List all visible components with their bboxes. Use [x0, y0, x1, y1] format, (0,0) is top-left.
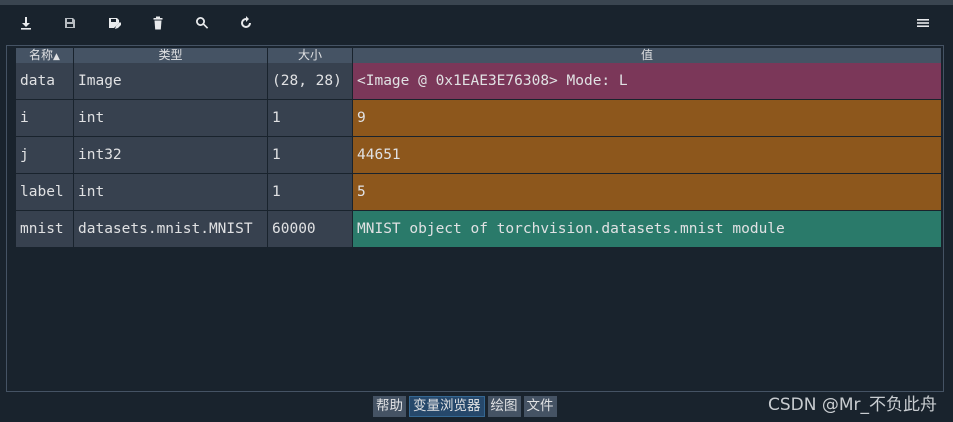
cell-size[interactable]: 1 — [268, 137, 353, 173]
column-header-name[interactable]: 名称▲ — [16, 48, 74, 63]
cell-size[interactable]: (28, 28) — [268, 63, 353, 99]
cell-name[interactable]: label — [16, 174, 74, 210]
variable-explorer-toolbar — [0, 5, 953, 43]
cell-value[interactable]: MNIST object of torchvision.datasets.mni… — [353, 211, 941, 247]
table-row[interactable]: data Image (28, 28) <Image @ 0x1EAE3E763… — [16, 63, 941, 100]
variable-explorer-panel: 名称▲ 类型 大小 值 data Image (28, 28) <Image @… — [6, 45, 944, 392]
remove-all-variables-button[interactable] — [143, 9, 173, 39]
column-header-size-label: 大小 — [297, 48, 322, 62]
cell-name[interactable]: j — [16, 137, 74, 173]
import-data-button[interactable] — [11, 9, 41, 39]
table-row[interactable]: i int 1 9 — [16, 100, 941, 137]
table-header: 名称▲ 类型 大小 值 — [16, 48, 941, 63]
options-menu-icon — [916, 15, 930, 34]
column-header-value[interactable]: 值 — [353, 48, 941, 63]
table-row[interactable]: j int32 1 44651 — [16, 137, 941, 174]
watermark-text: CSDN @Mr_不负此舟 — [767, 395, 937, 415]
cell-size[interactable]: 60000 — [268, 211, 353, 247]
sort-ascending-icon: ▲ — [53, 52, 60, 62]
table-row[interactable]: mnist datasets.mnist.MNIST 60000 MNIST o… — [16, 211, 941, 248]
column-header-size[interactable]: 大小 — [268, 48, 353, 63]
cell-size[interactable]: 1 — [268, 100, 353, 136]
remove-all-icon — [151, 15, 165, 34]
pane-tab-bar: 帮助 变量浏览器 绘图 文件 — [373, 396, 557, 417]
tab-plots[interactable]: 绘图 — [487, 396, 521, 417]
save-data-as-button[interactable] — [99, 9, 129, 39]
variable-table: 名称▲ 类型 大小 值 data Image (28, 28) <Image @… — [16, 48, 941, 248]
tab-variable-explorer[interactable]: 变量浏览器 — [409, 396, 485, 417]
cell-type[interactable]: datasets.mnist.MNIST — [74, 211, 268, 247]
cell-name[interactable]: data — [16, 63, 74, 99]
column-header-type[interactable]: 类型 — [74, 48, 268, 63]
cell-value[interactable]: 44651 — [353, 137, 941, 173]
column-header-value-label: 值 — [640, 48, 653, 62]
cell-name[interactable]: mnist — [16, 211, 74, 247]
column-header-type-label: 类型 — [158, 48, 183, 62]
refresh-variables-button[interactable] — [231, 9, 261, 39]
row-header-gutter — [7, 46, 16, 389]
tab-help[interactable]: 帮助 — [373, 396, 406, 417]
search-icon — [195, 15, 209, 34]
cell-size[interactable]: 1 — [268, 174, 353, 210]
search-variables-button[interactable] — [187, 9, 217, 39]
save-as-icon — [107, 15, 122, 34]
import-data-icon — [19, 15, 33, 34]
save-data-button[interactable] — [55, 9, 85, 39]
refresh-icon — [239, 15, 253, 34]
save-icon — [63, 15, 77, 34]
cell-value[interactable]: 5 — [353, 174, 941, 210]
cell-value[interactable]: <Image @ 0x1EAE3E76308> Mode: L — [353, 63, 941, 99]
options-menu-button[interactable] — [908, 9, 938, 39]
table-row[interactable]: label int 1 5 — [16, 174, 941, 211]
cell-type[interactable]: int32 — [74, 137, 268, 173]
cell-value[interactable]: 9 — [353, 100, 941, 136]
cell-name[interactable]: i — [16, 100, 74, 136]
cell-type[interactable]: int — [74, 100, 268, 136]
tab-files[interactable]: 文件 — [523, 396, 557, 417]
column-header-name-label: 名称 — [29, 48, 54, 62]
cell-type[interactable]: int — [74, 174, 268, 210]
cell-type[interactable]: Image — [74, 63, 268, 99]
